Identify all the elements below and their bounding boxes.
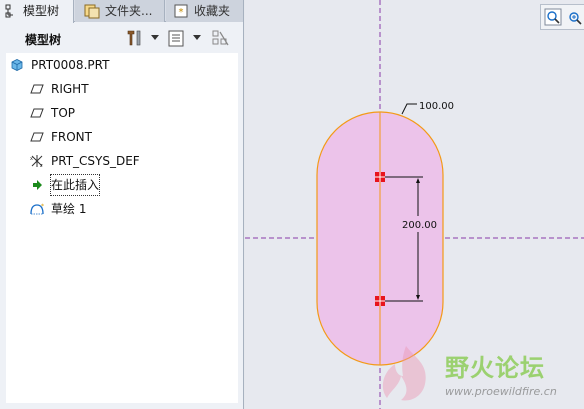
watermark-title: 野火论坛 [445, 354, 545, 382]
tab-model-tree[interactable]: 模型树 [0, 0, 74, 23]
datum-plane-icon [30, 84, 44, 94]
model-tree-toolbar: 模型树 [0, 23, 244, 53]
tab-favorites[interactable]: * 收藏夹 [166, 0, 244, 22]
zoom-in-icon[interactable] [544, 8, 562, 26]
settings-dropdown-arrow[interactable] [151, 35, 159, 40]
model-tree: PRT0008.PRT RIGHT TOP FRONT x z PRT_CSYS… [6, 53, 238, 403]
model-tree-title: 模型树 [25, 33, 62, 47]
tab-label: 模型树 [23, 4, 60, 18]
radius-leader-line [401, 103, 417, 115]
view-toolbar [540, 4, 584, 30]
tree-item-label: PRT_CSYS_DEF [51, 154, 140, 168]
tree-item-sketch[interactable]: * 草绘 1 [30, 199, 210, 219]
svg-text:*: * [179, 7, 184, 18]
datum-plane-icon [30, 108, 44, 118]
tools-icon [127, 30, 141, 46]
model-tree-panel: 模型树 文件夹... * 收藏夹 模型树 PRT0008.PRT RIGHT T… [0, 0, 244, 409]
show-columns-icon [168, 30, 184, 47]
filter-button[interactable] [210, 28, 232, 48]
model-tree-icon [5, 4, 13, 18]
zoom-fit-icon[interactable] [565, 8, 583, 26]
tree-item-label: TOP [51, 106, 76, 120]
part-icon [11, 59, 23, 71]
graphics-window[interactable]: 200.00 100.00 野火论坛 www.proewildfire.cn [245, 0, 584, 409]
coordinate-system-icon: x z [30, 155, 43, 168]
tree-item-insert-here[interactable]: 在此插入 [30, 174, 210, 196]
insert-here-arrow-icon [33, 180, 42, 190]
svg-text:x: x [30, 156, 33, 162]
watermark-url: www.proewildfire.cn [445, 385, 557, 398]
tree-item-front[interactable]: FRONT [30, 127, 210, 147]
tree-item-label: FRONT [51, 130, 92, 144]
tree-item-right[interactable]: RIGHT [30, 79, 210, 99]
sketch-icon: * [30, 203, 44, 215]
tree-item-label: 草绘 1 [51, 202, 87, 216]
tree-item-label: PRT0008.PRT [31, 58, 110, 72]
show-button[interactable] [166, 28, 188, 48]
dimension-length-text[interactable]: 200.00 [402, 220, 437, 231]
favorites-icon: * [174, 4, 188, 18]
show-dropdown-arrow[interactable] [193, 35, 201, 40]
tab-label: 收藏夹 [194, 4, 231, 18]
navigator-tabs: 模型树 文件夹... * 收藏夹 [0, 0, 244, 23]
datum-plane-icon [30, 132, 44, 142]
arc-center-point[interactable] [375, 172, 385, 182]
forum-watermark: 野火论坛 www.proewildfire.cn [373, 340, 584, 409]
tree-root-part[interactable]: PRT0008.PRT [10, 55, 210, 75]
arc-center-point[interactable] [375, 296, 385, 306]
settings-button[interactable] [124, 28, 146, 48]
tree-item-label: RIGHT [51, 82, 89, 96]
tab-label: 文件夹... [105, 4, 153, 18]
svg-text:z: z [40, 163, 43, 168]
tree-item-top[interactable]: TOP [30, 103, 210, 123]
flame-logo-icon [382, 346, 426, 401]
tree-item-csys[interactable]: x z PRT_CSYS_DEF [30, 151, 210, 171]
folder-browser-icon [84, 4, 100, 19]
tree-item-label: 在此插入 [49, 174, 101, 196]
svg-text:*: * [41, 203, 44, 210]
tab-folder-browser[interactable]: 文件夹... [75, 0, 165, 22]
tree-filter-icon [212, 30, 229, 46]
dimension-radius-text[interactable]: 100.00 [419, 101, 454, 112]
